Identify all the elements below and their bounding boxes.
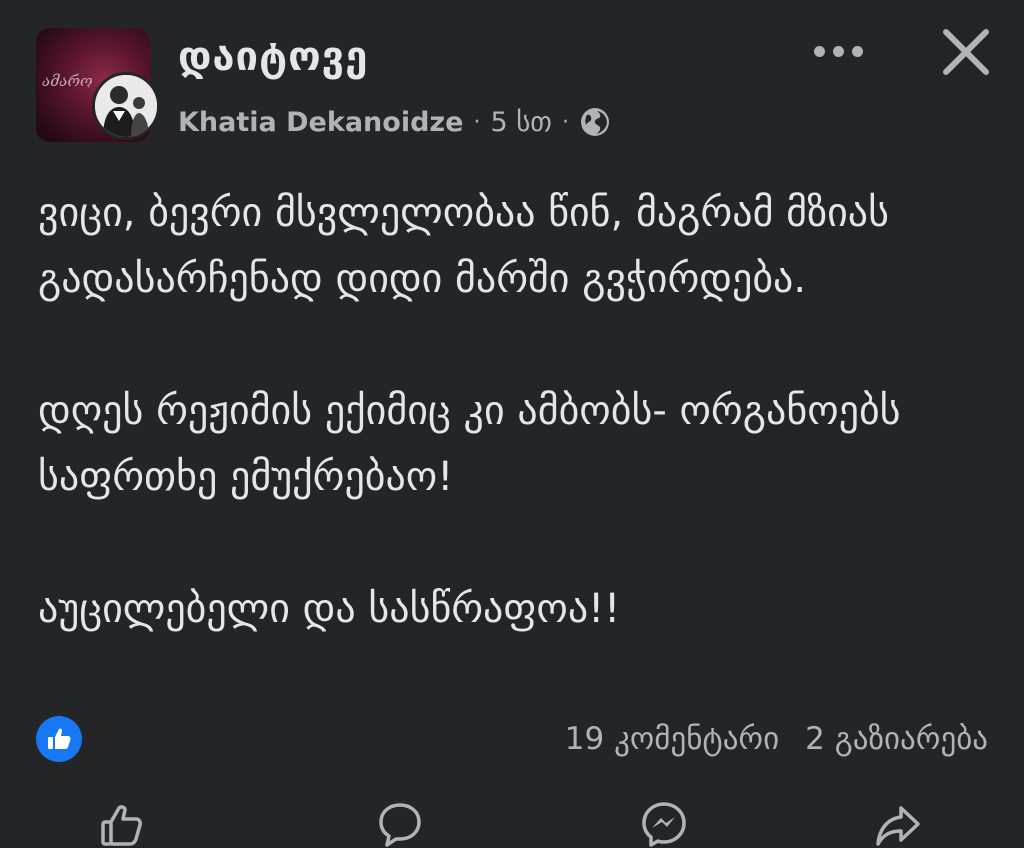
group-avatar-text: ამარო: [42, 72, 93, 90]
share-button[interactable]: [874, 800, 922, 848]
share-icon: [876, 806, 920, 846]
post-paragraph: ვიცი, ბევრი მსვლელობაა წინ, მაგრამ მზიას…: [38, 190, 890, 302]
more-options-button[interactable]: [806, 34, 870, 68]
globe-icon: [579, 106, 611, 138]
group-name[interactable]: დაიტოვე: [178, 34, 368, 80]
more-horizontal-icon: [813, 45, 825, 57]
close-button[interactable]: [938, 24, 994, 80]
messenger-icon: [642, 802, 686, 847]
like-icon: [101, 805, 142, 846]
like-button[interactable]: [98, 800, 146, 848]
person-photo-icon: [95, 75, 157, 137]
comment-icon: [379, 803, 421, 847]
post-paragraph: აუცილებელი და სასწრაფოა!!: [38, 586, 621, 632]
like-icon: [48, 728, 71, 749]
comments-count[interactable]: 19 კომენტარი: [565, 721, 779, 757]
shares-count[interactable]: 2 გაზიარება: [805, 721, 988, 757]
like-reaction-badge[interactable]: [36, 716, 82, 762]
post-meta: Khatia Dekanoidze · 5 სთ ·: [178, 102, 611, 142]
author-name[interactable]: Khatia Dekanoidze: [178, 107, 463, 138]
post-time[interactable]: 5 სთ: [490, 107, 552, 138]
post-card: ამარო დაიტოვე Khatia Dekanoidze · 5 სთ ·: [0, 0, 1024, 848]
close-icon: [943, 29, 989, 75]
comment-button[interactable]: [376, 800, 424, 848]
post-text: ვიცი, ბევრი მსვლელობაა წინ, მაგრამ მზიას…: [38, 180, 998, 642]
author-avatar[interactable]: [92, 72, 160, 140]
post-paragraph: დღეს რეჟიმის ექიმიც კი ამბობს- ორგანოებს…: [38, 388, 901, 500]
separator-dot: ·: [561, 109, 569, 135]
separator-dot: ·: [473, 109, 481, 135]
engagement-counts: 19 კომენტარი 2 გაზიარება: [565, 716, 988, 762]
messenger-send-button[interactable]: [640, 800, 688, 848]
